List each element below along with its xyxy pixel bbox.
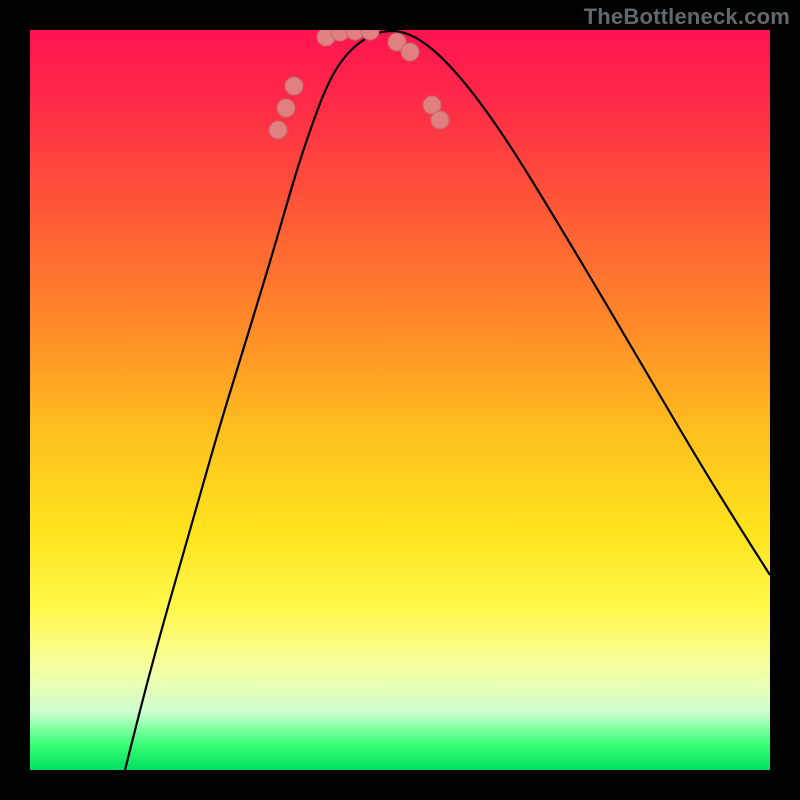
plot-area xyxy=(30,30,770,770)
data-marker xyxy=(277,99,295,117)
data-marker xyxy=(431,111,449,129)
data-marker xyxy=(269,121,287,139)
watermark-text: TheBottleneck.com xyxy=(584,4,790,30)
data-marker xyxy=(401,43,419,61)
chart-frame: TheBottleneck.com xyxy=(0,0,800,800)
data-marker xyxy=(361,30,379,40)
data-markers xyxy=(269,30,449,139)
bottleneck-curve xyxy=(125,31,770,770)
chart-curve-layer xyxy=(30,30,770,770)
data-marker xyxy=(285,77,303,95)
